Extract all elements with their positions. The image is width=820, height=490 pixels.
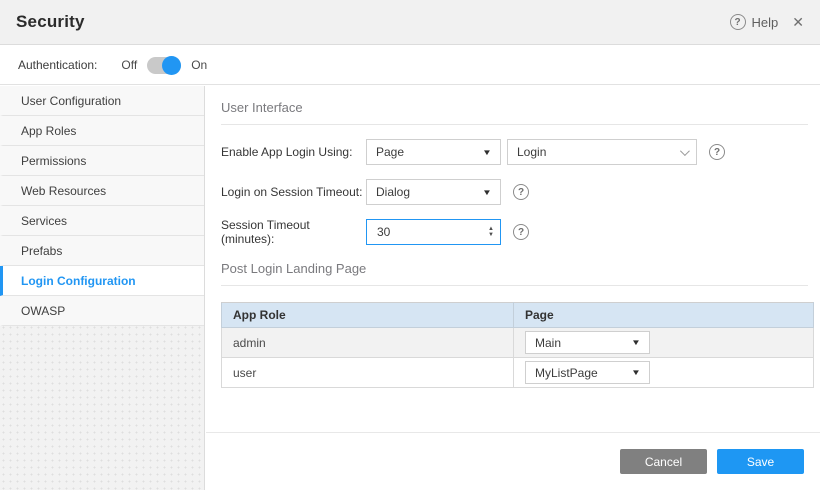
- sidebar-item-services[interactable]: Services: [0, 206, 204, 236]
- security-dialog: Security ? Help ✕ Authentication: Off On…: [0, 0, 820, 490]
- stepper-down-icon: ▼: [488, 233, 494, 238]
- caret-down-icon: ▼: [482, 148, 492, 157]
- page-title: Security: [16, 12, 85, 32]
- stepper-up-icon: ▲: [488, 227, 494, 232]
- column-header-app-role: App Role: [222, 303, 514, 328]
- login-configuration-panel: User Interface Enable App Login Using: P…: [206, 86, 820, 490]
- login-page-select[interactable]: Login: [507, 139, 697, 165]
- close-icon[interactable]: ✕: [792, 15, 804, 29]
- page-select-admin[interactable]: Main ▼: [525, 331, 650, 354]
- post-login-landing-table: App Role Page admin Main ▼: [221, 302, 814, 388]
- table-header-row: App Role Page: [222, 303, 814, 328]
- help-button[interactable]: ? Help: [730, 14, 779, 30]
- page-select-user[interactable]: MyListPage ▼: [525, 361, 650, 384]
- column-header-page: Page: [514, 303, 814, 328]
- enable-app-login-row: Enable App Login Using: Page ▼ Login ?: [221, 139, 808, 165]
- caret-down-icon: ▼: [631, 338, 641, 347]
- sidebar-item-app-roles[interactable]: App Roles: [0, 116, 204, 146]
- login-page-value: Login: [517, 145, 546, 159]
- section-title-post-login: Post Login Landing Page: [221, 261, 808, 276]
- section-divider: [221, 124, 808, 125]
- session-timeout-type-select[interactable]: Dialog ▼: [366, 179, 501, 205]
- session-timeout-type-row: Login on Session Timeout: Dialog ▼ ?: [221, 179, 808, 205]
- app-role-cell: user: [222, 358, 514, 388]
- authentication-bar: Authentication: Off On: [0, 46, 820, 85]
- sidebar-item-owasp[interactable]: OWASP: [0, 296, 204, 326]
- save-button[interactable]: Save: [717, 449, 804, 474]
- login-type-select[interactable]: Page ▼: [366, 139, 501, 165]
- session-timeout-minutes-row: Session Timeout (minutes): ▲ ▼ ?: [221, 219, 808, 245]
- authentication-label: Authentication:: [18, 58, 97, 72]
- cancel-button[interactable]: Cancel: [620, 449, 707, 474]
- session-timeout-type-label: Login on Session Timeout:: [221, 185, 366, 199]
- dialog-header: Security ? Help ✕: [0, 0, 820, 45]
- help-circle-icon: ?: [730, 14, 746, 30]
- authentication-toggle[interactable]: [147, 57, 181, 74]
- login-type-value: Page: [376, 145, 404, 159]
- dialog-footer: Cancel Save: [206, 432, 820, 490]
- help-icon-session-timeout-type[interactable]: ?: [513, 184, 529, 200]
- help-icon-session-timeout-minutes[interactable]: ?: [513, 224, 529, 240]
- toggle-off-label: Off: [121, 58, 137, 72]
- table-row: user MyListPage ▼: [222, 358, 814, 388]
- session-timeout-input[interactable]: [366, 219, 501, 245]
- caret-down-icon: ▼: [631, 368, 641, 377]
- enable-app-login-label: Enable App Login Using:: [221, 145, 366, 159]
- section-divider: [221, 285, 808, 286]
- page-select-user-value: MyListPage: [535, 366, 598, 380]
- sidebar-item-web-resources[interactable]: Web Resources: [0, 176, 204, 206]
- sidebar-item-user-configuration[interactable]: User Configuration: [0, 86, 204, 116]
- settings-sidebar: User Configuration App Roles Permissions…: [0, 86, 205, 490]
- sidebar-item-permissions[interactable]: Permissions: [0, 146, 204, 176]
- toggle-on-label: On: [191, 58, 207, 72]
- caret-down-icon: ▼: [482, 188, 492, 197]
- number-stepper[interactable]: ▲ ▼: [488, 219, 494, 245]
- toggle-knob: [162, 56, 181, 75]
- session-timeout-minutes-label: Session Timeout (minutes):: [221, 218, 366, 246]
- sidebar-item-login-configuration[interactable]: Login Configuration: [0, 266, 204, 296]
- table-row: admin Main ▼: [222, 328, 814, 358]
- sidebar-item-prefabs[interactable]: Prefabs: [0, 236, 204, 266]
- help-label: Help: [752, 15, 779, 30]
- section-title-user-interface: User Interface: [221, 100, 808, 115]
- session-timeout-type-value: Dialog: [376, 185, 410, 199]
- app-role-cell: admin: [222, 328, 514, 358]
- chevron-down-icon: [680, 146, 690, 156]
- help-icon-login-using[interactable]: ?: [709, 144, 725, 160]
- page-select-admin-value: Main: [535, 336, 561, 350]
